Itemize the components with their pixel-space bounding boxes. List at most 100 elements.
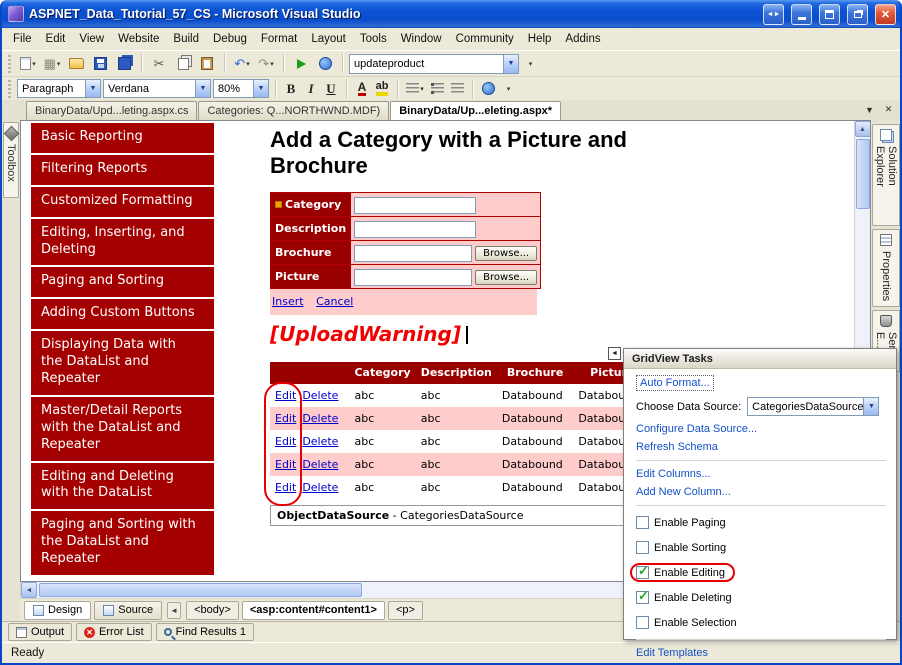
menu-debug[interactable]: Debug xyxy=(206,30,254,48)
picture-browse-button[interactable]: Browse... xyxy=(475,269,538,285)
edit-columns-link[interactable]: Edit Columns... xyxy=(636,468,886,480)
enable-deleting-checkbox[interactable]: ✓ xyxy=(636,588,649,604)
edit-link[interactable]: Edit xyxy=(275,412,296,425)
close-document-button[interactable]: ✕ xyxy=(881,102,896,117)
bulleted-list-button[interactable] xyxy=(428,78,446,100)
enable-selection-checkbox[interactable] xyxy=(636,616,649,629)
nav-item-paging-datalist[interactable]: Paging and Sorting with the DataList and… xyxy=(31,511,214,576)
start-debug-button[interactable] xyxy=(290,53,312,75)
combobox-dropdown-button[interactable]: ▼ xyxy=(253,80,268,97)
enable-sorting-checkbox[interactable] xyxy=(636,541,649,554)
scroll-left-button[interactable]: ◄ xyxy=(21,582,37,598)
hyperlink-button[interactable] xyxy=(479,78,497,100)
undo-button[interactable]: ↶ ▾ xyxy=(231,53,253,75)
scroll-up-button[interactable]: ▲ xyxy=(854,121,870,137)
highlight-button[interactable]: ab xyxy=(373,78,391,100)
combobox-dropdown-button[interactable]: ▼ xyxy=(863,398,879,415)
vertical-scroll-thumb[interactable] xyxy=(855,139,870,209)
toolbox-tab[interactable]: Toolbox xyxy=(3,122,19,198)
combobox-dropdown-button[interactable]: ▼ xyxy=(85,80,100,97)
menu-website[interactable]: Website xyxy=(111,30,166,48)
menu-format[interactable]: Format xyxy=(254,30,304,48)
toolbar-grip[interactable] xyxy=(8,54,11,73)
font-size-combobox[interactable]: 80% ▼ xyxy=(213,79,269,98)
horizontal-scroll-thumb[interactable] xyxy=(39,583,362,597)
menu-view[interactable]: View xyxy=(72,30,111,48)
delete-link[interactable]: Delete xyxy=(302,435,338,448)
description-textbox[interactable] xyxy=(354,220,477,238)
numbered-list-button[interactable] xyxy=(448,78,466,100)
nav-item-editing-inserting-deleting[interactable]: Editing, Inserting, and Deleting xyxy=(31,218,214,266)
breadcrumb-body[interactable]: <body> xyxy=(186,600,239,620)
menu-addins[interactable]: Addins xyxy=(558,30,607,48)
brochure-browse-button[interactable]: Browse... xyxy=(475,245,538,261)
edit-templates-link[interactable]: Edit Templates xyxy=(636,647,886,659)
properties-tab[interactable]: Properties xyxy=(872,229,900,307)
menu-layout[interactable]: Layout xyxy=(304,30,353,48)
nav-item-filtering-reports[interactable]: Filtering Reports xyxy=(31,154,214,185)
picture-upload-textbox[interactable] xyxy=(354,268,473,286)
error-list-tab[interactable]: ✕ Error List xyxy=(76,623,152,641)
breadcrumb-p[interactable]: <p> xyxy=(387,600,423,620)
toolbar-overflow-button[interactable]: ▾ xyxy=(521,53,539,75)
maximize-button[interactable] xyxy=(819,3,840,25)
category-textbox[interactable] xyxy=(354,196,477,214)
menu-file[interactable]: File xyxy=(6,30,39,48)
delete-link[interactable]: Delete xyxy=(302,412,338,425)
underline-button[interactable]: U xyxy=(322,78,340,100)
objectdatasource-control[interactable]: ObjectDataSource - CategoriesDataSource xyxy=(270,504,627,526)
delete-link[interactable]: Delete xyxy=(302,481,338,494)
menu-build[interactable]: Build xyxy=(166,30,206,48)
nav-item-basic-reporting[interactable]: Basic Reporting xyxy=(31,123,214,153)
toolbar-grip[interactable] xyxy=(8,79,11,98)
edit-link[interactable]: Edit xyxy=(275,458,296,471)
enable-editing-checkbox[interactable]: ✓ xyxy=(636,563,649,579)
menu-window[interactable]: Window xyxy=(394,30,449,48)
window-switch-button[interactable]: ◄► xyxy=(763,3,784,25)
edit-link[interactable]: Edit xyxy=(275,389,296,402)
breadcrumb-asp-content[interactable]: <asp:content#content1> xyxy=(241,600,385,620)
configure-data-source-link[interactable]: Configure Data Source... xyxy=(636,423,886,435)
combobox-dropdown-button[interactable]: ▼ xyxy=(195,80,210,97)
design-view-tab[interactable]: Design xyxy=(24,600,92,620)
italic-button[interactable]: I xyxy=(302,78,320,100)
copy-button[interactable] xyxy=(172,53,194,75)
menu-tools[interactable]: Tools xyxy=(353,30,394,48)
delete-link[interactable]: Delete xyxy=(302,458,338,471)
font-name-combobox[interactable]: Verdana ▼ xyxy=(103,79,211,98)
nav-item-editing-datalist[interactable]: Editing and Deleting with the DataList xyxy=(31,462,214,510)
paste-button[interactable] xyxy=(196,53,218,75)
smart-tag-button[interactable]: ◄ xyxy=(608,347,621,360)
menu-community[interactable]: Community xyxy=(449,30,521,48)
data-source-combobox[interactable]: CategoriesDataSource ▼ xyxy=(747,397,880,416)
nav-item-master-detail[interactable]: Master/Detail Reports with the DataList … xyxy=(31,396,214,461)
browse-with-button[interactable] xyxy=(314,53,336,75)
combobox-dropdown-button[interactable]: ▼ xyxy=(503,54,518,73)
close-button[interactable]: ✕ xyxy=(875,3,896,25)
find-results-tab[interactable]: Find Results 1 xyxy=(155,623,254,641)
edit-link[interactable]: Edit xyxy=(275,435,296,448)
brochure-upload-textbox[interactable] xyxy=(354,244,473,262)
open-file-button[interactable] xyxy=(65,53,87,75)
tab-list-dropdown-button[interactable]: ▼ xyxy=(862,102,877,117)
nav-item-datalist-repeater[interactable]: Displaying Data with the DataList and Re… xyxy=(31,331,214,395)
edit-link[interactable]: Edit xyxy=(275,481,296,494)
minimize-button[interactable] xyxy=(791,3,812,25)
insert-link[interactable]: Insert xyxy=(272,295,304,308)
save-button[interactable] xyxy=(89,53,111,75)
cancel-link[interactable]: Cancel xyxy=(316,295,353,308)
new-item-button[interactable]: ▾ xyxy=(17,53,39,75)
auto-format-link[interactable]: Auto Format... xyxy=(640,377,710,389)
formatbar-overflow-button[interactable]: ▾ xyxy=(499,78,517,100)
refresh-schema-link[interactable]: Refresh Schema xyxy=(636,441,886,453)
save-all-button[interactable] xyxy=(113,53,135,75)
nav-item-paging-sorting[interactable]: Paging and Sorting xyxy=(31,267,214,298)
redo-button[interactable]: ↷ ▾ xyxy=(255,53,277,75)
tab-binarydata-aspx[interactable]: BinaryData/Up...eleting.aspx* xyxy=(390,101,562,120)
align-button[interactable]: ▾ xyxy=(404,78,426,100)
bold-button[interactable]: B xyxy=(282,78,300,100)
add-new-column-link[interactable]: Add New Column... xyxy=(636,486,886,498)
menu-edit[interactable]: Edit xyxy=(39,30,73,48)
nav-item-custom-buttons[interactable]: Adding Custom Buttons xyxy=(31,299,214,330)
block-format-combobox[interactable]: Paragraph ▼ xyxy=(17,79,101,98)
